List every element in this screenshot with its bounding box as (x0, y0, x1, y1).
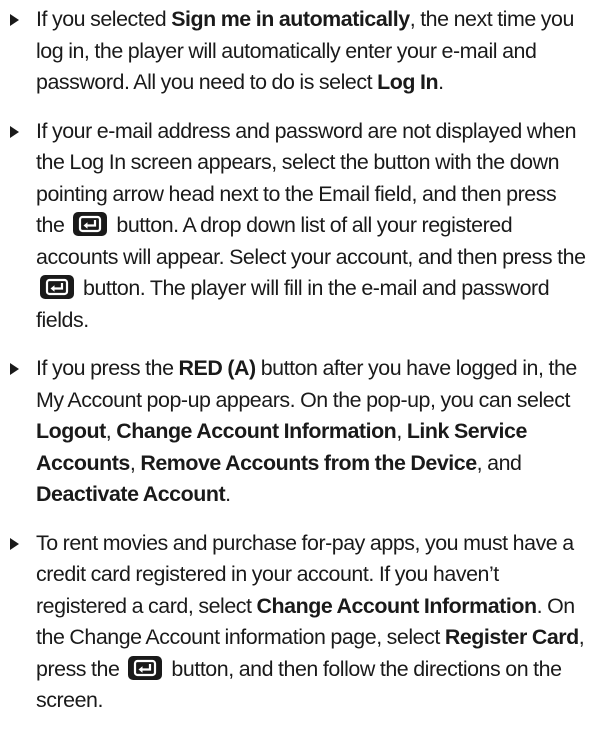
body-text: button. The player will fill in the e-ma… (36, 276, 550, 332)
enter-button-icon (40, 275, 74, 299)
bold-term: Register Card (444, 625, 579, 649)
triangle-bullet-icon (10, 363, 19, 375)
body-text: , (396, 419, 407, 443)
body-text: , (129, 450, 141, 475)
body-text: . (438, 70, 444, 94)
triangle-bullet-icon (10, 537, 19, 550)
bold-term: Change Account Information (116, 419, 397, 443)
bold-term: Deactivate Account (36, 482, 226, 506)
bold-term: Sign me in automatically (171, 7, 410, 31)
enter-button-icon (128, 655, 163, 680)
body-text: If you press the (36, 356, 179, 380)
bold-term: Log In (377, 70, 439, 94)
bullet-item: If you press the RED (A) button after yo… (8, 353, 587, 511)
triangle-bullet-icon (10, 125, 19, 138)
document-page: If you selected Sign me in automatically… (0, 0, 597, 744)
triangle-bullet-icon (10, 14, 19, 26)
bullet-item: To rent movies and purchase for-pay apps… (8, 528, 587, 717)
body-text: button. A drop down list of all your reg… (36, 213, 586, 269)
bullet-item: If your e-mail address and password are … (8, 116, 587, 337)
bold-term: Change Account Information (256, 593, 537, 618)
bold-term: RED (A) (178, 356, 257, 380)
body-text: , (105, 419, 117, 443)
body-text: . (225, 482, 231, 506)
bullet-item: If you selected Sign me in automatically… (8, 4, 587, 99)
bold-term: Logout (36, 419, 106, 443)
body-text: If you selected (36, 7, 172, 31)
enter-button-icon (73, 212, 108, 236)
bold-term: Remove Accounts from the Device (140, 450, 477, 475)
body-text: , and (476, 450, 522, 475)
bullet-list: If you selected Sign me in automatically… (8, 4, 587, 717)
